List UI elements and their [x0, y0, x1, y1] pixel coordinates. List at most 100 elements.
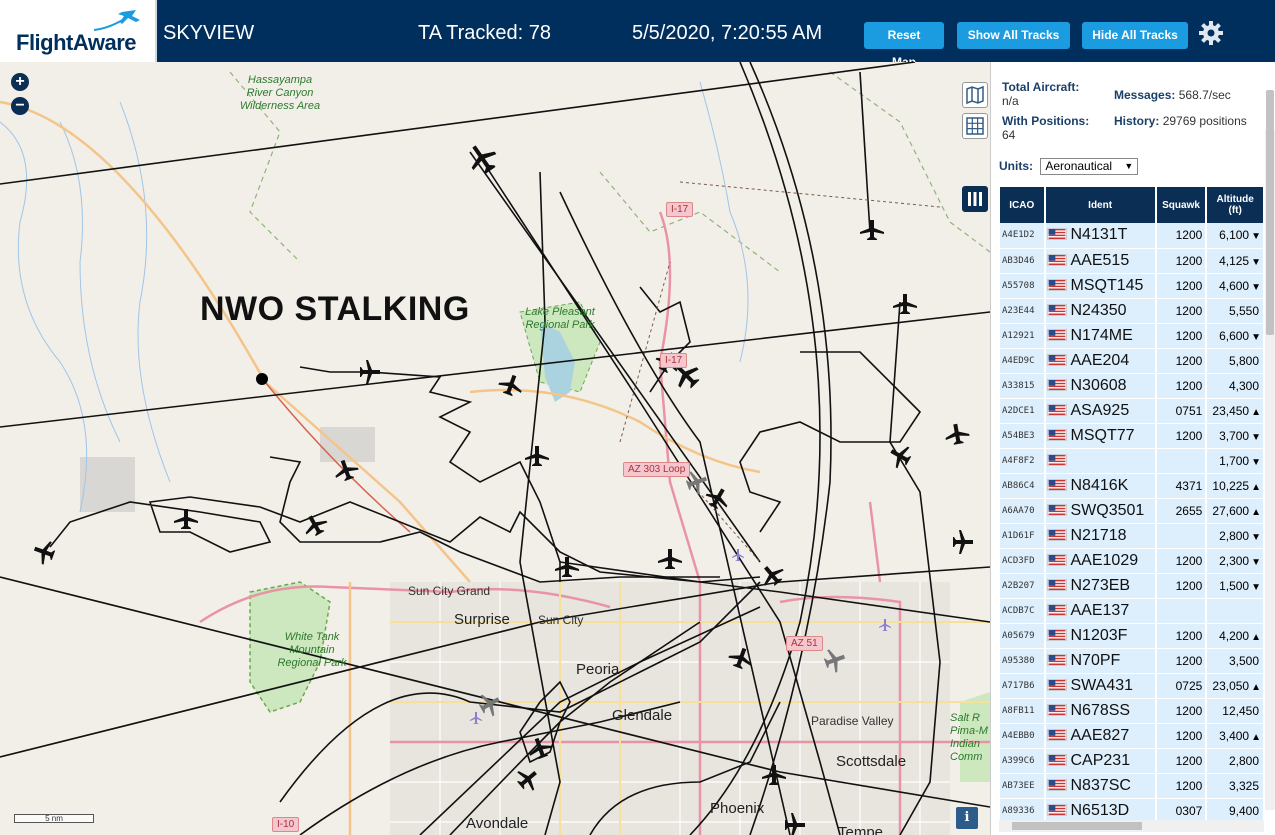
ident-text: N6513D — [1070, 801, 1130, 819]
cell-icao: A717B6 — [1000, 673, 1046, 699]
altitude-text: 3,700 — [1219, 428, 1250, 443]
cell-icao: A2B207 — [1000, 573, 1046, 599]
gear-icon[interactable] — [1198, 20, 1224, 46]
shield-i10: I-10 — [272, 817, 300, 832]
column-header-squawk[interactable]: Squawk — [1155, 187, 1208, 223]
table-row[interactable]: A2B207 N273EB 1200 1,500 ▼ — [1000, 573, 1265, 599]
altitude-text: 4,600 — [1219, 278, 1250, 293]
altitude-text: 27,600 — [1212, 503, 1250, 518]
table-row[interactable]: A6AA70 SWQ3501 2655 27,600 ▲ — [1000, 498, 1265, 524]
table-row[interactable]: A55708 MSQT145 1200 4,600 ▼ — [1000, 273, 1265, 299]
vertical-scroll-thumb[interactable] — [1266, 90, 1274, 335]
cell-squawk — [1155, 448, 1208, 474]
cell-icao: A12921 — [1000, 323, 1046, 349]
aircraft-table-container[interactable]: ICAO Ident Squawk Altitude (ft) A4E1D2 N4… — [1000, 187, 1265, 820]
cell-squawk: 1200 — [1155, 348, 1208, 374]
cell-squawk: 1200 — [1155, 623, 1208, 649]
us-flag-icon — [1046, 678, 1067, 691]
table-row[interactable]: AB3D46 AAE515 1200 4,125 ▼ — [1000, 248, 1265, 274]
map-layer-button[interactable] — [962, 82, 988, 108]
with-positions-value: 64 — [1002, 128, 1016, 142]
table-row[interactable]: A717B6 SWA431 0725 23,050 ▲ — [1000, 673, 1265, 699]
cell-squawk: 1200 — [1155, 648, 1208, 674]
us-flag-icon — [1046, 353, 1067, 366]
cell-altitude: 5,550 — [1206, 298, 1265, 324]
us-flag-icon — [1046, 328, 1067, 341]
table-row[interactable]: A4E1D2 N4131T 1200 6,100 ▼ — [1000, 223, 1265, 249]
table-row[interactable]: A399C6 CAP231 1200 2,800 — [1000, 748, 1265, 774]
ident-text: N24350 — [1070, 301, 1127, 319]
history-value: 29769 positions — [1162, 114, 1247, 128]
table-row[interactable]: ACD3FD AAE1029 1200 2,300 ▼ — [1000, 548, 1265, 574]
map-view[interactable]: Hassayampa River Canyon Wilderness Area … — [0, 62, 990, 835]
cell-ident: MSQT145 — [1044, 273, 1157, 299]
flightaware-logo[interactable]: FlightAware — [0, 0, 157, 62]
table-row[interactable]: AB86C4 N8416K 4371 10,225 ▲ — [1000, 473, 1265, 499]
table-row[interactable]: A95380 N70PF 1200 3,500 — [1000, 648, 1265, 674]
table-row[interactable]: A2DCE1 ASA925 0751 23,450 ▲ — [1000, 398, 1265, 424]
altitude-trend-icon: ▼ — [1251, 331, 1261, 343]
table-row[interactable]: A05679 N1203F 1200 4,200 ▲ — [1000, 623, 1265, 649]
units-select[interactable]: Aeronautical ▼ — [1040, 158, 1139, 175]
cell-icao: AB3D46 — [1000, 248, 1046, 274]
cell-icao: A23E44 — [1000, 298, 1046, 324]
table-row[interactable]: A33815 N30608 1200 4,300 — [1000, 373, 1265, 399]
table-row[interactable]: A23E44 N24350 1200 5,550 — [1000, 298, 1265, 324]
toggle-sidebar-button[interactable] — [962, 186, 988, 212]
zoom-out-button[interactable]: − — [11, 97, 29, 115]
ta-tracked-count: TA Tracked: 78 — [418, 22, 552, 44]
altitude-text: 3,500 — [1228, 653, 1259, 668]
table-row[interactable]: A4ED9C AAE204 1200 5,800 — [1000, 348, 1265, 374]
show-all-tracks-button[interactable]: Show All Tracks — [957, 22, 1070, 49]
table-row[interactable]: A8FB11 N678SS 1200 12,450 — [1000, 698, 1265, 724]
us-flag-icon — [1046, 603, 1067, 616]
column-header-ident[interactable]: Ident — [1044, 187, 1157, 223]
shield-az303: AZ 303 Loop — [623, 462, 691, 477]
info-icon[interactable]: i — [956, 807, 978, 829]
total-aircraft-value: n/a — [1002, 94, 1019, 108]
cell-icao: A8FB11 — [1000, 698, 1046, 724]
cell-ident: N4131T — [1044, 223, 1157, 249]
altitude-trend-icon: ▲ — [1251, 731, 1261, 743]
altitude-text: 10,225 — [1212, 478, 1250, 493]
altitude-trend-icon: ▼ — [1251, 231, 1261, 243]
map-label-paradise-valley: Paradise Valley — [811, 714, 894, 728]
cell-ident: AAE827 — [1044, 723, 1157, 749]
table-row[interactable]: ACDB7C AAE137 — [1000, 598, 1265, 624]
cell-altitude: 6,100 ▼ — [1206, 223, 1265, 249]
altitude-text: 3,400 — [1219, 728, 1250, 743]
table-row[interactable]: A89336 N6513D 0307 9,400 — [1000, 798, 1265, 820]
reset-map-button[interactable]: Reset Map — [864, 22, 944, 69]
cell-altitude: 3,500 — [1206, 648, 1265, 674]
table-row[interactable]: A12921 N174ME 1200 6,600 ▼ — [1000, 323, 1265, 349]
table-row[interactable]: AB73EE N837SC 1200 3,325 — [1000, 773, 1265, 799]
table-row[interactable]: A54BE3 MSQT77 1200 3,700 ▼ — [1000, 423, 1265, 449]
cell-squawk: 1200 — [1155, 698, 1208, 724]
cell-altitude: 4,300 — [1206, 373, 1265, 399]
altitude-text: 4,200 — [1219, 628, 1250, 643]
cell-altitude: 6,600 ▼ — [1206, 323, 1265, 349]
altitude-trend-icon: ▲ — [1251, 406, 1261, 418]
cell-ident: N6513D — [1044, 798, 1157, 820]
cell-altitude: 5,800 — [1206, 348, 1265, 374]
column-header-altitude[interactable]: Altitude (ft) — [1206, 187, 1265, 223]
column-header-icao[interactable]: ICAO — [1000, 187, 1046, 223]
cell-ident: CAP231 — [1044, 748, 1157, 774]
cell-ident: AAE1029 — [1044, 548, 1157, 574]
us-flag-icon — [1046, 703, 1067, 716]
altitude-trend-icon: ▲ — [1251, 681, 1261, 693]
map-label-surprise: Surprise — [454, 611, 510, 628]
horizontal-scroll-thumb[interactable] — [1012, 822, 1142, 830]
hide-all-tracks-button[interactable]: Hide All Tracks — [1082, 22, 1188, 49]
zoom-in-button[interactable]: + — [11, 73, 29, 91]
ident-text: AAE204 — [1070, 351, 1130, 369]
table-row[interactable]: A1D61F N21718 2,800 ▼ — [1000, 523, 1265, 549]
cell-altitude: 2,800 — [1206, 748, 1265, 774]
altitude-text: 3,325 — [1228, 778, 1259, 793]
range-rings-button[interactable] — [962, 113, 988, 139]
altitude-trend-icon: ▼ — [1251, 581, 1261, 593]
table-row[interactable]: A4F8F2 1,700 ▼ — [1000, 448, 1265, 474]
table-row[interactable]: A4EBB0 AAE827 1200 3,400 ▲ — [1000, 723, 1265, 749]
cell-ident: N8416K — [1044, 473, 1157, 499]
ident-text: MSQT145 — [1070, 276, 1144, 294]
